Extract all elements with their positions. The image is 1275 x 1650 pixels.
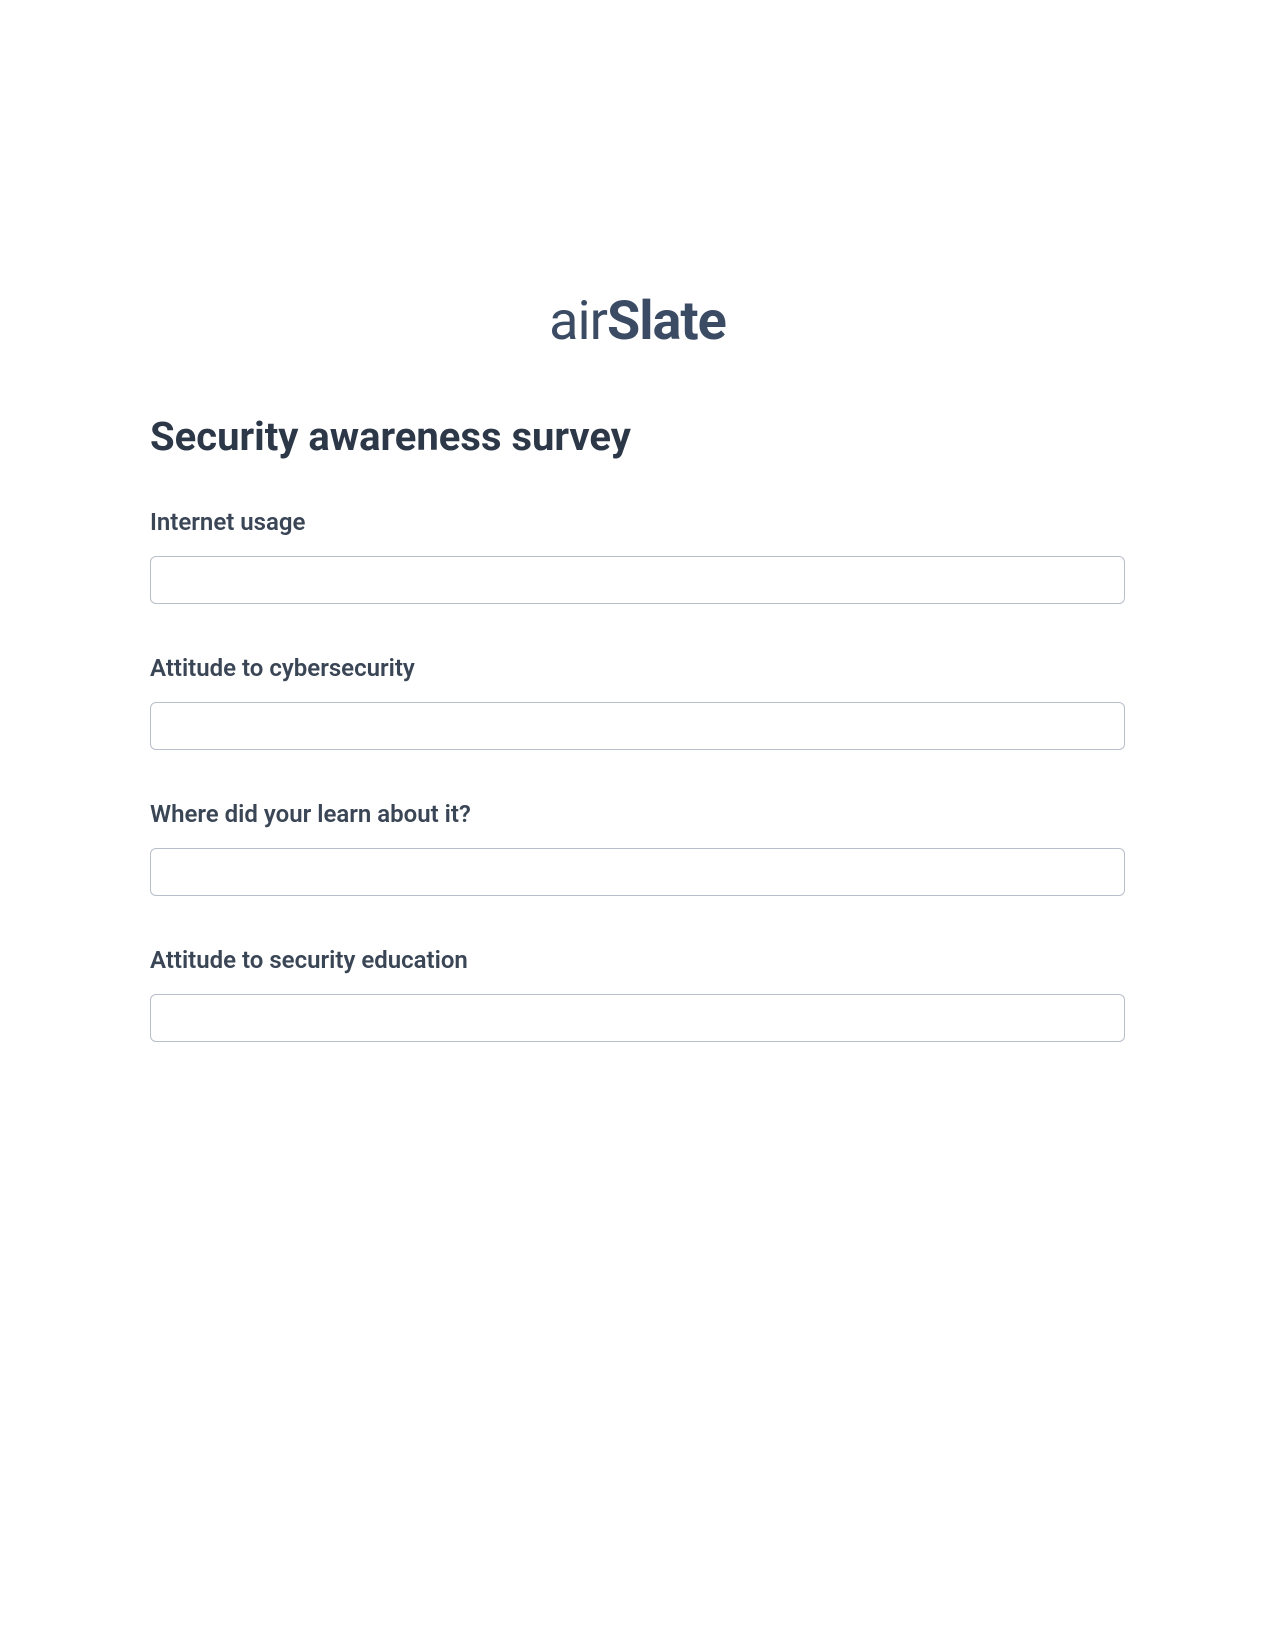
field-group-internet-usage: Internet usage [150, 508, 1125, 604]
field-group-attitude-cybersecurity: Attitude to cybersecurity [150, 654, 1125, 750]
logo-wrap: airSlate [150, 290, 1125, 353]
input-attitude-cybersecurity[interactable] [150, 702, 1125, 750]
input-internet-usage[interactable] [150, 556, 1125, 604]
logo-prefix: air [549, 290, 607, 353]
input-security-education[interactable] [150, 994, 1125, 1042]
label-internet-usage: Internet usage [150, 508, 1125, 536]
field-group-security-education: Attitude to security education [150, 946, 1125, 1042]
label-attitude-cybersecurity: Attitude to cybersecurity [150, 654, 1125, 682]
brand-logo: airSlate [549, 290, 726, 353]
input-where-learn[interactable] [150, 848, 1125, 896]
label-where-learn: Where did your learn about it? [150, 800, 1125, 828]
label-security-education: Attitude to security education [150, 946, 1125, 974]
logo-suffix: Slate [607, 290, 726, 353]
form-container: airSlate Security awareness survey Inter… [0, 0, 1275, 1042]
field-group-where-learn: Where did your learn about it? [150, 800, 1125, 896]
form-title: Security awareness survey [150, 413, 1125, 460]
